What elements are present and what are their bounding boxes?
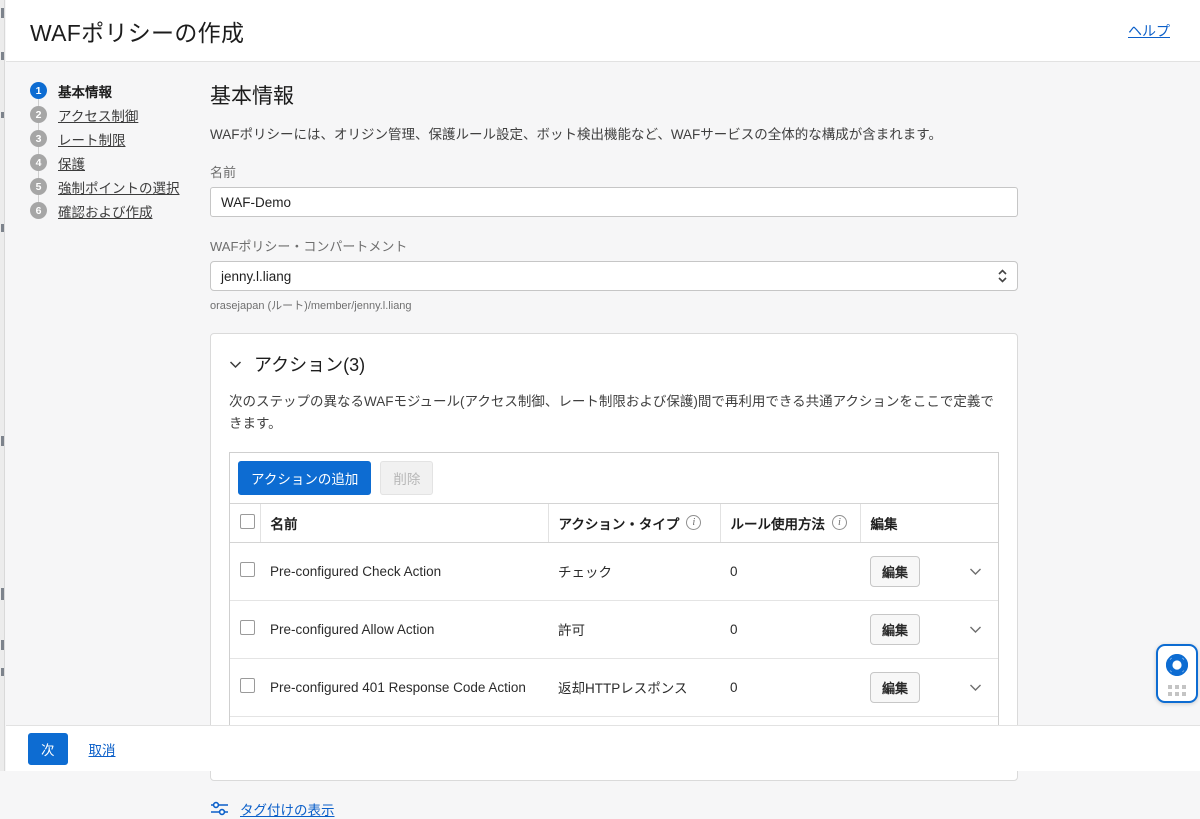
rule-usage-cell: 0 (720, 542, 860, 600)
name-field-group: 名前 (210, 162, 1018, 217)
step-label[interactable]: 確認および作成 (58, 201, 153, 221)
show-tagging-link[interactable]: タグ付けの表示 (240, 799, 335, 819)
step-review-create[interactable]: 6 確認および作成 (30, 202, 200, 219)
compartment-select[interactable]: jenny.l.liang (210, 261, 1018, 291)
actions-section-description: 次のステップの異なるWAFモジュール(アクセス制御、レート制限および保護)間で再… (229, 391, 999, 436)
compartment-path-helper: orasejapan (ルート)/member/jenny.l.liang (210, 297, 1018, 313)
compartment-field-label: WAFポリシー・コンパートメント (210, 236, 1018, 255)
column-header-name: 名前 (271, 517, 298, 532)
policy-name-input[interactable] (210, 187, 1018, 217)
edit-button[interactable]: 編集 (870, 556, 920, 587)
browser-edge-strip (0, 0, 5, 771)
info-icon[interactable]: i (832, 515, 847, 530)
section-description: WAFポリシーには、オリジン管理、保護ルール設定、ボット検出機能など、WAFサー… (210, 123, 1018, 143)
cancel-link[interactable]: 取消 (89, 739, 116, 759)
drag-dots-icon (1168, 685, 1186, 696)
step-number-badge: 5 (30, 178, 47, 195)
info-icon[interactable]: i (686, 515, 701, 530)
action-name-cell: Pre-configured Check Action (260, 542, 548, 600)
row-checkbox[interactable] (240, 678, 255, 693)
row-checkbox[interactable] (240, 620, 255, 635)
edit-button[interactable]: 編集 (870, 614, 920, 645)
table-row: Pre-configured Allow Action 許可 0 編集 (230, 600, 998, 658)
column-header-action-type: アクション・タイプ (559, 513, 680, 533)
wizard-steps: 1 基本情報 2 アクセス制御 3 レート制限 4 保護 5 強制ポイントの選択… (30, 82, 200, 226)
actions-collapse-header[interactable]: アクション(3) (229, 351, 999, 377)
step-rate-limit[interactable]: 3 レート制限 (30, 130, 200, 147)
next-button[interactable]: 次 (28, 733, 68, 765)
select-stepper-icon (997, 268, 1008, 284)
row-expand-chevron-icon[interactable] (969, 683, 982, 692)
collapse-chevron-icon (229, 360, 242, 369)
action-name-cell: Pre-configured Allow Action (260, 600, 548, 658)
actions-section-title: アクション(3) (254, 351, 365, 377)
tags-toggle-row: タグ付けの表示 (210, 799, 1018, 819)
step-label[interactable]: 強制ポイントの選択 (58, 177, 180, 197)
step-label[interactable]: アクセス制御 (58, 105, 138, 125)
delete-action-button[interactable]: 削除 (380, 461, 433, 495)
table-row: Pre-configured Check Action チェック 0 編集 (230, 542, 998, 600)
step-label: 基本情報 (58, 81, 112, 101)
rule-usage-cell: 0 (720, 658, 860, 716)
basic-info-panel: 基本情報 WAFポリシーには、オリジン管理、保護ルール設定、ボット検出機能など、… (210, 80, 1018, 819)
actions-section-card: アクション(3) 次のステップの異なるWAFモジュール(アクセス制御、レート制限… (210, 333, 1018, 781)
content-area: 1 基本情報 2 アクセス制御 3 レート制限 4 保護 5 強制ポイントの選択… (6, 63, 1200, 725)
action-type-cell: チェック (548, 542, 720, 600)
step-number-badge: 1 (30, 82, 47, 99)
tags-icon (210, 800, 229, 817)
compartment-field-group: WAFポリシー・コンパートメント jenny.l.liang orasejapa… (210, 236, 1018, 313)
column-header-rule-usage: ルール使用方法 (731, 513, 826, 533)
edit-button[interactable]: 編集 (870, 672, 920, 703)
page-header: WAFポリシーの作成 ヘルプ (6, 0, 1200, 62)
row-expand-chevron-icon[interactable] (969, 625, 982, 634)
step-number-badge: 2 (30, 106, 47, 123)
select-all-checkbox[interactable] (240, 514, 255, 529)
row-expand-chevron-icon[interactable] (969, 567, 982, 576)
name-field-label: 名前 (210, 162, 1018, 181)
rule-usage-cell: 0 (720, 600, 860, 658)
step-label[interactable]: レート制限 (58, 129, 126, 149)
lifebuoy-icon (1164, 652, 1190, 678)
step-label[interactable]: 保護 (58, 153, 85, 173)
action-type-cell: 許可 (548, 600, 720, 658)
action-name-cell: Pre-configured 401 Response Code Action (260, 658, 548, 716)
step-number-badge: 3 (30, 130, 47, 147)
page-title: WAFポリシーの作成 (30, 14, 244, 48)
actions-table: 名前 アクション・タイプ i ルール使用方法 i (230, 503, 998, 717)
wizard-footer: 次 取消 (6, 725, 1200, 771)
action-type-cell: 返却HTTPレスポンス (548, 658, 720, 716)
floating-help-widget[interactable] (1156, 644, 1198, 703)
help-link[interactable]: ヘルプ (1128, 21, 1170, 41)
step-number-badge: 6 (30, 202, 47, 219)
step-number-badge: 4 (30, 154, 47, 171)
step-basic-info: 1 基本情報 (30, 82, 200, 99)
section-heading: 基本情報 (210, 80, 1018, 110)
step-protection[interactable]: 4 保護 (30, 154, 200, 171)
step-access-control[interactable]: 2 アクセス制御 (30, 106, 200, 123)
table-toolbar: アクションの追加 削除 (230, 453, 998, 503)
actions-table-container: アクションの追加 削除 名前 アクション・タイプ i (229, 452, 999, 760)
table-header-row: 名前 アクション・タイプ i ルール使用方法 i (230, 503, 998, 542)
add-action-button[interactable]: アクションの追加 (238, 461, 371, 495)
column-header-edit: 編集 (871, 517, 898, 532)
table-row: Pre-configured 401 Response Code Action … (230, 658, 998, 716)
row-checkbox[interactable] (240, 562, 255, 577)
compartment-selected-value: jenny.l.liang (221, 269, 291, 284)
step-enforcement-point[interactable]: 5 強制ポイントの選択 (30, 178, 200, 195)
